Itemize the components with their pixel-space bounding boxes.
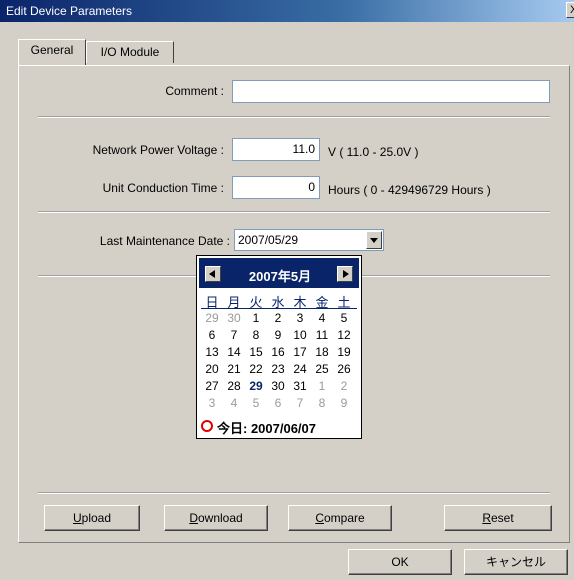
tab-io-module-label: I/O Module [100, 45, 160, 59]
separator-4 [38, 492, 550, 494]
separator-2 [38, 211, 550, 213]
close-icon[interactable]: X [566, 2, 574, 18]
calendar-day[interactable]: 11 [311, 328, 333, 342]
weekday-label: 日 [205, 295, 219, 310]
previous-month-icon[interactable] [205, 266, 221, 282]
calendar-day[interactable]: 9 [267, 328, 289, 342]
calendar-day[interactable]: 22 [245, 362, 267, 376]
calendar-day[interactable]: 17 [289, 345, 311, 359]
calendar-day[interactable]: 31 [289, 379, 311, 393]
conduction-field[interactable]: 0 [232, 176, 320, 199]
calendar-day[interactable]: 29 [245, 379, 267, 393]
edit-device-parameters-window: Edit Device Parameters X General I/O Mod… [0, 0, 574, 580]
calendar-day[interactable]: 3 [201, 396, 223, 410]
voltage-field[interactable]: 11.0 [232, 138, 320, 161]
calendar-day[interactable]: 7 [223, 328, 245, 342]
calendar-day[interactable]: 19 [333, 345, 355, 359]
calendar-day[interactable]: 16 [267, 345, 289, 359]
download-label: ownload [197, 511, 243, 525]
calendar-day[interactable]: 27 [201, 379, 223, 393]
calendar-day[interactable]: 20 [201, 362, 223, 376]
calendar-day[interactable]: 6 [267, 396, 289, 410]
calendar-day[interactable]: 18 [311, 345, 333, 359]
calendar-header: 2007年5月 [199, 258, 359, 288]
compare-label: ompare [323, 511, 365, 525]
conduction-label: Unit Conduction Time : [102, 181, 224, 195]
download-mnemonic: D [189, 511, 198, 525]
weekday-label: 金 [315, 295, 329, 310]
calendar-month-label: 2007年5月 [248, 269, 312, 284]
tab-general-label: General [30, 43, 74, 57]
upload-label: pload [81, 511, 112, 525]
calendar-day[interactable]: 7 [289, 396, 311, 410]
voltage-label: Network Power Voltage : [92, 143, 224, 157]
calendar-day[interactable]: 14 [223, 345, 245, 359]
compare-mnemonic: C [315, 511, 324, 525]
conduction-unit: Hours ( 0 - 429496729 Hours ) [328, 183, 491, 197]
weekday-label: 土 [337, 295, 351, 310]
calendar-day[interactable]: 23 [267, 362, 289, 376]
weekday-label: 水 [271, 295, 285, 310]
calendar-day[interactable]: 30 [267, 379, 289, 393]
calendar-day[interactable]: 9 [333, 396, 355, 410]
calendar-day[interactable]: 21 [223, 362, 245, 376]
download-button[interactable]: Download [164, 505, 268, 531]
calendar-day[interactable]: 30 [223, 311, 245, 325]
window-title: Edit Device Parameters [6, 4, 133, 18]
maintenance-label: Last Maintenance Date : [99, 234, 230, 248]
calendar-day[interactable]: 28 [223, 379, 245, 393]
separator-1 [38, 116, 550, 118]
calendar-day[interactable]: 3 [289, 311, 311, 325]
calendar-day[interactable]: 2 [267, 311, 289, 325]
calendar-day[interactable]: 1 [245, 311, 267, 325]
calendar-day[interactable]: 10 [289, 328, 311, 342]
maintenance-date-combo[interactable]: 2007/05/29 [234, 229, 384, 251]
reset-button[interactable]: Reset [444, 505, 552, 531]
calendar-day[interactable]: 8 [311, 396, 333, 410]
title-bar[interactable]: Edit Device Parameters X [0, 0, 574, 22]
tab-io-module[interactable]: I/O Module [86, 41, 174, 63]
weekday-label: 火 [249, 295, 263, 310]
voltage-unit: V ( 11.0 - 25.0V ) [328, 145, 419, 159]
upload-button[interactable]: Upload [44, 505, 140, 531]
comment-field[interactable] [232, 80, 550, 103]
upload-mnemonic: U [72, 511, 82, 525]
chevron-down-icon[interactable] [366, 231, 382, 249]
maintenance-date-value: 2007/05/29 [238, 233, 299, 247]
tab-general[interactable]: General [18, 39, 86, 65]
calendar-day[interactable]: 4 [311, 311, 333, 325]
calendar-day[interactable]: 6 [201, 328, 223, 342]
weekday-label: 木 [293, 295, 307, 310]
cancel-button[interactable]: キャンセル [464, 549, 568, 575]
calendar-day[interactable]: 29 [201, 311, 223, 325]
comment-label: Comment : [165, 84, 224, 98]
calendar-day[interactable]: 12 [333, 328, 355, 342]
calendar-day[interactable]: 4 [223, 396, 245, 410]
calendar-day[interactable]: 15 [245, 345, 267, 359]
calendar-day[interactable]: 26 [333, 362, 355, 376]
today-label[interactable]: 今日: 2007/06/07 [217, 418, 316, 437]
reset-label: eset [490, 511, 514, 525]
calendar-day[interactable]: 13 [201, 345, 223, 359]
weekday-header: 日 月 火 水 木 金 土 [201, 292, 357, 310]
calendar-day[interactable]: 25 [311, 362, 333, 376]
next-month-icon[interactable] [337, 266, 353, 282]
calendar-day[interactable]: 1 [311, 379, 333, 393]
calendar-day[interactable]: 8 [245, 328, 267, 342]
calendar-day[interactable]: 5 [333, 311, 355, 325]
reset-mnemonic: R [482, 511, 491, 525]
calendar-day[interactable]: 2 [333, 379, 355, 393]
compare-button[interactable]: Compare [288, 505, 392, 531]
calendar-day[interactable]: 5 [245, 396, 267, 410]
today-circle-icon [201, 420, 213, 432]
ok-button[interactable]: OK [348, 549, 452, 575]
calendar-day[interactable]: 24 [289, 362, 311, 376]
weekday-label: 月 [227, 295, 241, 310]
date-picker-calendar: 2007年5月 日 月 火 水 木 金 土 29 30 1 2 3 4 5 6 7 8 9 10 11 1… [196, 255, 362, 439]
